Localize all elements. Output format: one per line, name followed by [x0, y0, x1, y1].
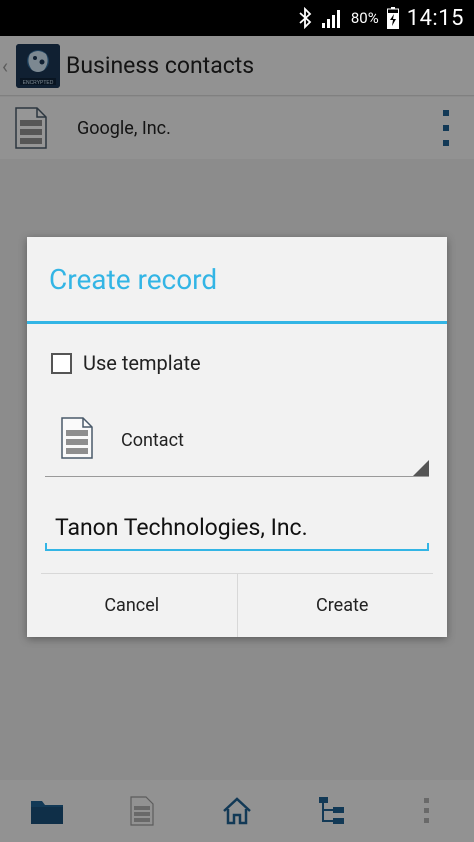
template-select-value: Contact: [121, 430, 184, 451]
bluetooth-icon: [299, 7, 312, 29]
dialog-title: Create record: [49, 263, 218, 296]
create-button[interactable]: Create: [238, 574, 448, 637]
cancel-button[interactable]: Cancel: [27, 574, 237, 637]
document-icon: [61, 417, 93, 459]
use-template-label: Use template: [83, 351, 201, 375]
template-select[interactable]: Contact: [45, 407, 429, 477]
use-template-checkbox[interactable]: [51, 352, 72, 374]
battery-charging-icon: [386, 7, 399, 29]
dialog-button-row: Cancel Create: [27, 574, 447, 637]
record-name-input[interactable]: [45, 505, 429, 551]
clock: 14:15: [406, 5, 464, 31]
battery-percent: 80%: [350, 9, 379, 27]
dropdown-corner-icon: [413, 460, 429, 476]
signal-icon: [321, 10, 340, 28]
create-record-dialog: Create record Use template Contact Cance…: [27, 237, 447, 637]
use-template-row[interactable]: Use template: [51, 351, 201, 375]
title-divider: [27, 321, 447, 324]
status-bar: 80% 14:15: [0, 0, 474, 36]
